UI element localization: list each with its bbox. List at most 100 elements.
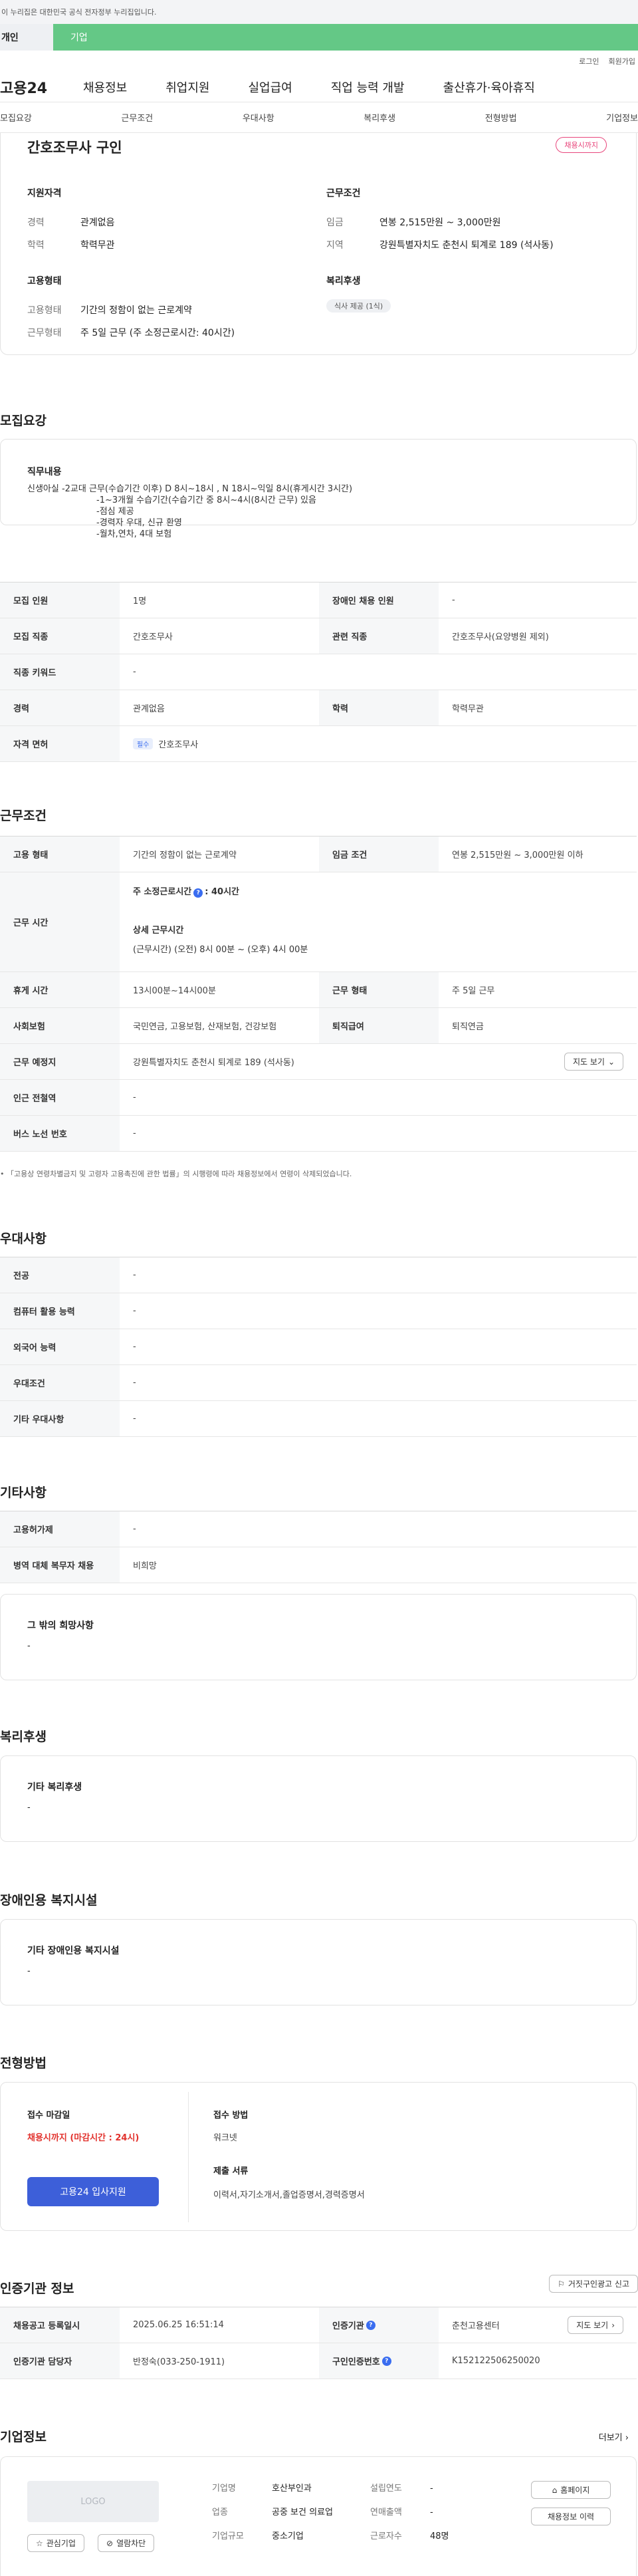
table-value: - [133, 1378, 136, 1388]
gnb-menu-employment-support[interactable]: 취업지원 [165, 78, 209, 96]
tab-company[interactable]: 기업 [53, 24, 638, 51]
table-value: 1명 [133, 596, 147, 606]
tab-recruit[interactable]: 모집요강 [0, 111, 32, 124]
disabled-value: - [27, 1966, 31, 1976]
age-notice: • 「고용상 연령차별금지 및 고령자 고용촉진에 관한 법률」의 시행령에 따… [0, 1170, 352, 1178]
weekly-hours-value: : 40시간 [205, 887, 239, 897]
table-label: 자격 면허 [0, 726, 120, 761]
table-row: 병역 대체 복무자 채용 비희망 [0, 1547, 637, 1583]
table-label: 관련 직종 [319, 618, 439, 654]
company-box: LOGO ☆ 관심기업 ⊘ 열람차단 기업명 호산부인과 업종 공중 보건 의료업 기업… [0, 2456, 637, 2576]
homepage-button[interactable]: ⌂ 홈페이지 [531, 2481, 611, 2499]
table-row: 모집 직종 간호조무사 관련 직종 간호조무사(요양병원 제외) [0, 618, 637, 654]
duty-content: 신생아실 -2교대 근무(수습기간 이후) D 8시~18시 , N 18시~익… [27, 483, 352, 540]
founded-label: 설립연도 [370, 2484, 402, 2494]
license-value: 간호조무사 [158, 740, 199, 750]
age-notice-text: 「고용상 연령차별금지 및 고령자 고용촉진에 관한 법률」의 시행령에 따라 … [7, 1170, 352, 1178]
utility-bar: 로그인 회원가입 [0, 51, 638, 72]
table-row: 버스 노선 번호 - [0, 1116, 637, 1152]
etc-table: 고용허가제 - 병역 대체 복무자 채용 비희망 [0, 1511, 637, 1583]
tab-welfare[interactable]: 복리후생 [364, 111, 395, 124]
required-tag: 필수 [133, 738, 154, 749]
detail-hours-label: 상세 근무시간 [133, 926, 184, 936]
false-ad-report-button[interactable]: ⚐ 거짓구인광고 신고 [549, 2275, 638, 2293]
more-link[interactable]: 더보기 › [599, 2430, 629, 2443]
map-button[interactable]: 지도 보기 ⌄ [564, 1053, 623, 1071]
industry-label: 업종 [212, 2508, 228, 2517]
info-icon[interactable]: ? [366, 2320, 375, 2330]
apply-button[interactable]: 고용24 입사지원 [27, 2177, 159, 2206]
duty-line: -1~3개월 수습기간(수습기간 중 8시~4시(8시간 근무) 있음 [96, 495, 316, 505]
employees-value: 48명 [430, 2531, 449, 2541]
job-summary-card: 간호조무사 구인 채용시까지 지원자격 경력 관계없음 학력 학력무관 근무조건 임… [0, 133, 637, 355]
duty-box: 직무내용 신생아실 -2교대 근무(수습기간 이후) D 8시~18시 , N … [0, 439, 637, 539]
table-label: 근무 형태 [319, 972, 439, 1007]
table-label: 외국어 능력 [0, 1329, 120, 1364]
gnb-menu-training[interactable]: 직업 능력 개발 [331, 78, 405, 96]
company-fields: 기업명 호산부인과 업종 공중 보건 의료업 기업규모 중소기업 [212, 2477, 333, 2549]
info-icon[interactable]: ? [381, 2356, 391, 2366]
table-value: 필수 간호조무사 [120, 726, 198, 761]
table-label: 경력 [0, 690, 120, 725]
table-value: - [133, 1306, 136, 1316]
table-label: 사회보험 [0, 1008, 120, 1043]
login-link[interactable]: 로그인 [579, 56, 599, 66]
tab-company[interactable]: 기업정보 [606, 111, 638, 124]
table-label: 근무 시간 [0, 872, 120, 971]
map-button-label: 지도 보기 [572, 1057, 605, 1067]
wage-value: 연봉 2,515만원 ~ 3,000만원 [379, 217, 501, 228]
benefit-section-title: 복리후생 [0, 1730, 47, 1744]
weekly-hours-label: 주 소정근로시간 [133, 887, 192, 897]
company-logo: LOGO [27, 2481, 159, 2522]
table-label: 버스 노선 번호 [0, 1116, 120, 1151]
gnb-menu-jobs[interactable]: 채용정보 [83, 78, 127, 96]
gnb-menu-unemployment[interactable]: 실업급여 [249, 78, 292, 96]
method-value: 워크넷 [213, 2133, 237, 2143]
agency-map-label: 지도 보기 [576, 2321, 609, 2330]
site-logo[interactable]: 고용24 [0, 76, 83, 98]
table-value: 반정숙(033-250-1911) [133, 2357, 225, 2367]
tab-process[interactable]: 전형방법 [485, 111, 517, 124]
favorite-company-button[interactable]: ☆ 관심기업 [27, 2534, 84, 2552]
table-label: 임금 조건 [319, 837, 439, 872]
disabled-section-title: 장애인용 복지시설 [0, 1893, 98, 1908]
duty-heading: 직무내용 [27, 467, 62, 477]
qualification-heading: 지원자격 [27, 188, 62, 199]
wage-label: 임금 [326, 217, 344, 228]
chevron-right-icon: › [611, 2320, 615, 2330]
table-value: 퇴직연금 [452, 1022, 484, 1032]
info-icon[interactable]: ? [193, 888, 203, 898]
hiring-history-button[interactable]: 채용정보 이력 [531, 2508, 611, 2525]
company-section-title: 기업정보 [0, 2430, 47, 2444]
other-wish-heading: 그 밖의 희망사항 [27, 1620, 94, 1631]
table-row: 컴퓨터 활용 능력 - [0, 1293, 637, 1329]
work-table: 고용 형태 기간의 정함이 없는 근로계약 임금 조건 연봉 2,515만원 ~… [0, 836, 637, 1152]
region-value: 강원특별자치도 춘천시 퇴계로 189 (석사동) [379, 240, 554, 251]
agency-map-button[interactable]: 지도 보기 › [568, 2316, 623, 2334]
gov-banner-text: 이 누리집은 대한민국 공식 전자정부 누리집입니다. [1, 8, 157, 17]
gnb-menu-leave[interactable]: 출산휴가·육아휴직 [443, 78, 535, 96]
work-section-title: 근무조건 [0, 809, 47, 823]
qualification-group: 지원자격 경력 관계없음 학력 학력무관 [27, 186, 115, 257]
employment-heading: 고용형태 [27, 276, 62, 287]
table-label: 고용 형태 [0, 837, 120, 872]
table-label: 전공 [0, 1257, 120, 1293]
tab-work[interactable]: 근무조건 [121, 111, 153, 124]
work-type-label: 근무형태 [27, 328, 62, 338]
tab-personal[interactable]: 개인 [0, 24, 53, 51]
table-row: 전공 - [0, 1257, 637, 1293]
process-section-title: 전형방법 [0, 2056, 47, 2071]
table-label: 인증기관 담당자 [0, 2343, 120, 2379]
table-row: 우대조건 - [0, 1365, 637, 1401]
table-label: 장애인 채용 인원 [319, 582, 439, 618]
conditions-heading: 근무조건 [326, 188, 361, 199]
method-label: 접수 방법 [213, 2111, 249, 2121]
tab-prefer[interactable]: 우대사항 [243, 111, 274, 124]
employment-type-value: 기간의 정함이 없는 근로계약 [80, 305, 192, 316]
table-value: 간호조무사 [133, 632, 173, 642]
gov-banner: 이 누리집은 대한민국 공식 전자정부 누리집입니다. [0, 0, 638, 24]
block-view-button[interactable]: ⊘ 열람차단 [98, 2534, 155, 2552]
user-type-tabs: 개인 기업 [0, 24, 638, 51]
join-link[interactable]: 회원가입 [609, 56, 635, 66]
table-row: 고용 형태 기간의 정함이 없는 근로계약 임금 조건 연봉 2,515만원 ~… [0, 837, 637, 872]
